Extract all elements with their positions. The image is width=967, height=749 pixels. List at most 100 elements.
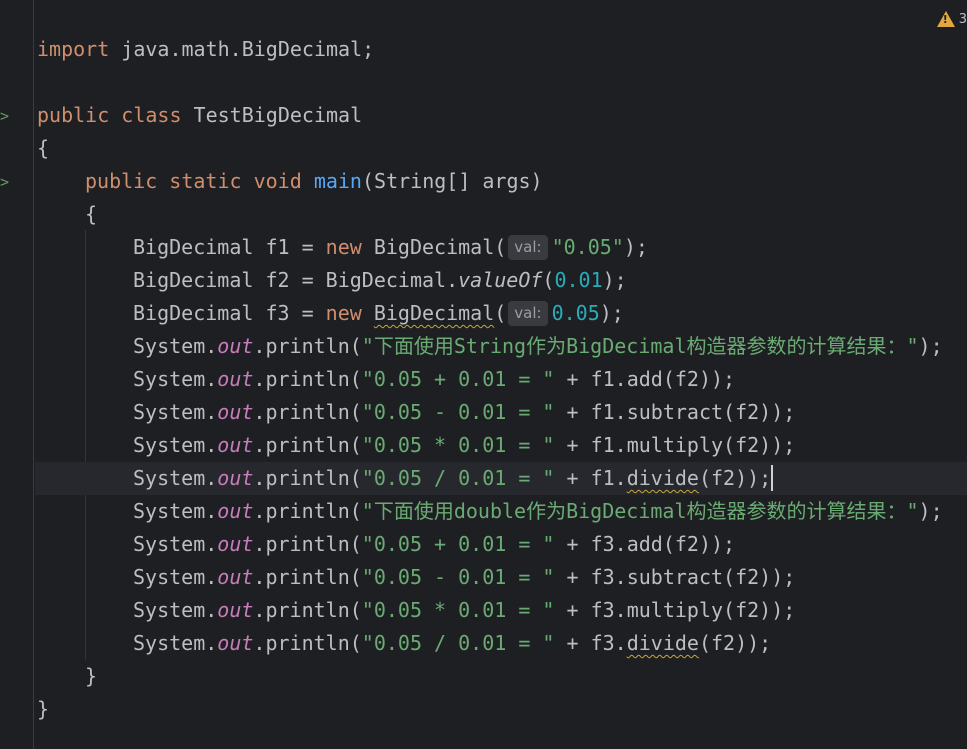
keyword-new: new [325, 301, 362, 325]
main-params: (String[] args) [361, 169, 543, 193]
keyword-void: void [253, 169, 302, 193]
divide-warning[interactable]: divide [627, 466, 699, 490]
warnings-indicator[interactable]: 3 [936, 9, 967, 29]
out-field: out [217, 532, 254, 556]
code-line-f3-add[interactable]: System.out.println("0.05 + 0.01 = " + f3… [133, 528, 735, 561]
code-line-main-open[interactable]: { [85, 198, 97, 231]
keyword-public: public [85, 169, 158, 193]
warning-icon [936, 11, 955, 27]
code-line-class-open[interactable]: { [37, 132, 49, 165]
code-line-f1[interactable]: BigDecimal f1 = new BigDecimal(val: "0.05… [133, 231, 648, 264]
system-ref: System. [133, 565, 218, 589]
method-valueof: valueOf [458, 268, 543, 292]
code-line-main[interactable]: public static void main(String[] args) [85, 165, 543, 198]
out-field: out [217, 565, 254, 589]
out-field: out [217, 334, 254, 358]
code-line-f1-mul[interactable]: System.out.println("0.05 * 0.01 = " + f1… [133, 429, 795, 462]
println-call: .println( [253, 565, 362, 589]
label-string: "0.05 + 0.01 = " [361, 532, 555, 556]
expr: + f3. [554, 631, 627, 655]
code-line-f2[interactable]: BigDecimal f2 = BigDecimal.valueOf(0.01)… [133, 264, 627, 297]
class-name: TestBigDecimal [181, 103, 363, 127]
println-call: .println( [253, 631, 362, 655]
f3-ctor-warning[interactable]: BigDecimal [374, 301, 494, 325]
code-line-f3-mul[interactable]: System.out.println("0.05 * 0.01 = " + f3… [133, 594, 795, 627]
println-call: .println( [253, 367, 362, 391]
code-line-f3[interactable]: BigDecimal f3 = new BigDecimal(val: 0.05)… [133, 297, 624, 330]
param-hint: val: [508, 301, 548, 326]
run-main-icon[interactable]: > [0, 173, 14, 191]
println-call: .println( [253, 598, 362, 622]
stmt-end: ); [918, 499, 943, 523]
code-line-f1-add[interactable]: System.out.println("0.05 + 0.01 = " + f1… [133, 363, 735, 396]
label-string: "0.05 / 0.01 = " [361, 631, 555, 655]
close-brace: } [85, 664, 98, 688]
run-class-icon[interactable]: > [0, 107, 14, 125]
label-string: "0.05 * 0.01 = " [361, 598, 555, 622]
expr-end: (f2)); [698, 631, 772, 655]
keyword-static: static [169, 169, 242, 193]
system-ref: System. [133, 367, 218, 391]
code-line-class-close[interactable]: } [37, 693, 49, 726]
out-field: out [217, 598, 254, 622]
import-path: java.math.BigDecimal; [109, 37, 375, 61]
f2-number-arg: 0.01 [554, 268, 603, 292]
code-line-import[interactable]: import java.math.BigDecimal; [37, 33, 374, 66]
f2-decl: BigDecimal f2 = BigDecimal. [133, 268, 459, 292]
stmt-end: ); [623, 235, 648, 259]
expr: + f3.multiply(f2)); [554, 598, 796, 622]
message-string: "下面使用String作为BigDecimal构造器参数的计算结果：" [361, 334, 919, 358]
out-field: out [217, 466, 254, 490]
text-caret [771, 465, 774, 491]
f1-decl: BigDecimal f1 = [133, 235, 326, 259]
label-string: "0.05 / 0.01 = " [361, 466, 555, 490]
keyword-class: class [121, 103, 182, 127]
keyword-import: import [37, 37, 110, 61]
warning-count: 3 [958, 11, 967, 27]
code-line-class[interactable]: public class TestBigDecimal [37, 99, 362, 132]
close-brace: } [37, 697, 50, 721]
system-ref: System. [133, 334, 218, 358]
open-brace: { [85, 202, 98, 226]
println-call: .println( [253, 532, 362, 556]
expr: + f1.multiply(f2)); [554, 433, 796, 457]
stmt-end: ); [918, 334, 943, 358]
println-call: .println( [253, 499, 362, 523]
divide-warning[interactable]: divide [627, 631, 699, 655]
code-line-f1-div[interactable]: System.out.println("0.05 / 0.01 = " + f1… [133, 462, 774, 495]
label-string: "0.05 + 0.01 = " [361, 367, 555, 391]
out-field: out [217, 367, 254, 391]
expr: + f1. [554, 466, 627, 490]
system-ref: System. [133, 466, 218, 490]
println-call: .println( [253, 400, 362, 424]
message-string: "下面使用double作为BigDecimal构造器参数的计算结果：" [361, 499, 919, 523]
indent-guide [85, 230, 86, 660]
param-hint: val: [508, 235, 548, 260]
out-field: out [217, 400, 254, 424]
expr-end: (f2)); [698, 466, 772, 490]
system-ref: System. [133, 532, 218, 556]
code-line-f3-div[interactable]: System.out.println("0.05 / 0.01 = " + f3… [133, 627, 771, 660]
code-line-main-close[interactable]: } [85, 660, 97, 693]
paren-open: ( [494, 301, 507, 325]
expr: + f1.add(f2)); [554, 367, 736, 391]
out-field: out [217, 433, 254, 457]
system-ref: System. [133, 598, 218, 622]
code-line-println-string-header[interactable]: System.out.println("下面使用String作为BigDecim… [133, 330, 943, 363]
code-line-f1-sub[interactable]: System.out.println("0.05 - 0.01 = " + f1… [133, 396, 795, 429]
expr: + f1.subtract(f2)); [554, 400, 796, 424]
system-ref: System. [133, 433, 218, 457]
code-line-f3-sub[interactable]: System.out.println("0.05 - 0.01 = " + f3… [133, 561, 795, 594]
println-call: .println( [253, 433, 362, 457]
label-string: "0.05 - 0.01 = " [361, 400, 555, 424]
code-editor[interactable]: > > 3 import java.math.BigDecimal; publi… [0, 0, 967, 749]
expr: + f3.add(f2)); [554, 532, 736, 556]
stmt-end: ); [602, 268, 627, 292]
println-call: .println( [253, 334, 362, 358]
f3-decl: BigDecimal f3 = [133, 301, 326, 325]
system-ref: System. [133, 400, 218, 424]
f3-number-arg: 0.05 [551, 301, 600, 325]
code-line-println-double-header[interactable]: System.out.println("下面使用double作为BigDecim… [133, 495, 943, 528]
method-main: main [313, 169, 362, 193]
